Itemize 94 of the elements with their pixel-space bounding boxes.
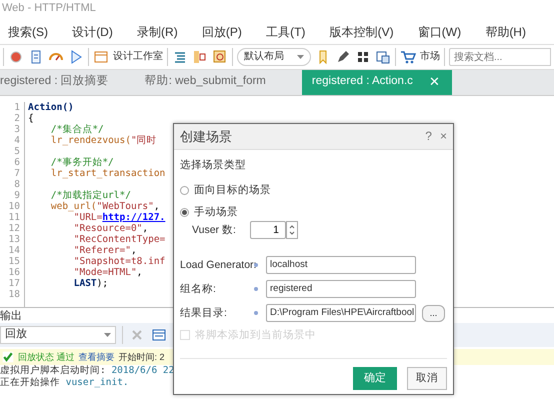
menu-item[interactable]: 设计(D) (72, 24, 113, 40)
radio-option[interactable]: 面向目标的场景 (180, 183, 447, 197)
code-text: , (142, 223, 148, 234)
panel-icon[interactable] (151, 327, 167, 343)
summary-link[interactable]: 查看摘要 (78, 352, 115, 362)
required-marker (254, 263, 258, 267)
line-number: 8 (13, 179, 21, 190)
market-button[interactable]: 市场 (400, 49, 440, 65)
vuser-count-field[interactable]: 1 (250, 221, 286, 239)
caret-icon (104, 333, 111, 337)
code-text: lr_start_transaction (50, 168, 166, 179)
log-line: 正在开始操作 vuser_init. (0, 377, 129, 389)
line-number: 15 (8, 256, 21, 267)
window-title: Web - HTTP/HTML (1, 1, 97, 16)
field-label: 组名称: (180, 282, 217, 296)
line-number: 6 (13, 157, 21, 168)
line-number: 18 (8, 289, 21, 300)
code-text: "Mode=HTML" (72, 267, 137, 278)
menu-item[interactable]: 帮助(H) (485, 24, 526, 40)
section-label: 选择场景类型 (180, 158, 247, 172)
code-text: ); (96, 278, 108, 289)
code-text: "Referer=" (72, 245, 131, 256)
line-number: 2 (13, 113, 21, 124)
required-marker (254, 287, 258, 291)
line-number: 7 (13, 168, 21, 179)
code-text: , (154, 201, 160, 212)
menu-item[interactable]: 回放(P) (202, 24, 242, 40)
code-text: "Snapshot=t8.inf (72, 256, 166, 267)
grid-icon[interactable] (355, 49, 371, 65)
cart-icon (400, 49, 416, 65)
menu-item[interactable]: 窗口(W) (418, 24, 462, 40)
filter-dropdown[interactable]: 回放 (0, 326, 116, 344)
code-text: { (28, 113, 34, 124)
layout-dropdown[interactable]: 默认布局 (237, 48, 311, 66)
code-text: Action() (28, 102, 74, 113)
line-number: 3 (13, 124, 21, 135)
windows-icon[interactable] (375, 49, 391, 65)
code-text: /*加载指定url*/ (50, 190, 131, 201)
code-text: "Resource=0" (72, 223, 142, 234)
panel-title: 输出 (0, 309, 22, 323)
code-text: , (136, 267, 142, 278)
line-number: 5 (13, 146, 21, 157)
cancel-button[interactable]: 取消 (407, 367, 447, 390)
check-icon (2, 351, 14, 363)
line-number: 14 (8, 245, 21, 256)
help-icon[interactable]: ? (425, 129, 432, 144)
line-number: 17 (8, 278, 21, 289)
line-number: 13 (8, 234, 21, 245)
menu-item[interactable]: 录制(R) (137, 24, 178, 40)
start-time-text: 开始时间: 2 (118, 352, 165, 362)
field-label: Vuser 数: (192, 223, 237, 237)
code-text: "同时 (130, 135, 157, 146)
grid-search-icon[interactable] (212, 49, 228, 65)
code-text: web_url( (50, 201, 97, 212)
close-icon[interactable]: × (440, 129, 447, 144)
menu-item[interactable]: 工具(T) (266, 24, 306, 40)
spinner-buttons[interactable] (286, 221, 298, 239)
code-link[interactable]: http://127. (102, 212, 166, 223)
code-text: "URL= (72, 212, 102, 223)
code-text: "RecContentType= (72, 234, 166, 245)
code-text: /*集合点*/ (50, 124, 104, 135)
search-field[interactable]: 搜索文档... (449, 48, 551, 66)
line-number: 11 (8, 212, 21, 223)
line-number: 9 (13, 190, 21, 201)
text-field[interactable]: localhost (266, 256, 416, 274)
code-text: LAST (72, 278, 97, 289)
design-studio-button[interactable]: 设计工作室 (93, 49, 163, 65)
line-number: 4 (13, 135, 21, 146)
line-number: 12 (8, 223, 21, 234)
field-label: Load Generator: (180, 258, 254, 272)
code-text: /*事务开始*/ (50, 157, 114, 168)
code-text: , (130, 245, 137, 256)
status-text: 回放状态 通过 (18, 352, 75, 362)
browse-button[interactable]: ... (422, 304, 445, 322)
line-number: 10 (8, 201, 21, 212)
compare-icon[interactable] (192, 49, 208, 65)
text-field[interactable]: registered (266, 280, 416, 298)
radio-option[interactable]: 手动场景 (180, 205, 447, 219)
code-text: lr_rendezvous( (50, 135, 131, 146)
record-icon[interactable] (8, 49, 24, 65)
menu-item[interactable]: 搜索(S) (8, 24, 48, 40)
window-icon (93, 49, 109, 65)
tab[interactable]: 帮助: web_submit_form (144, 70, 266, 95)
code-text: "WebTours" (96, 201, 154, 212)
dialog-title: 创建场景 (180, 128, 232, 144)
tab[interactable]: registered : 回放摘要 (0, 70, 109, 95)
line-number: 16 (8, 267, 21, 278)
text-field[interactable]: D:\Program Files\HPE\Aircraftbool (266, 304, 416, 322)
caret-icon (297, 55, 304, 59)
field-label: 结果目录: (180, 306, 228, 320)
line-number: 1 (13, 102, 21, 113)
pen-icon[interactable] (335, 49, 351, 65)
menu-item[interactable]: 版本控制(V) (330, 24, 394, 40)
required-marker (254, 311, 258, 315)
